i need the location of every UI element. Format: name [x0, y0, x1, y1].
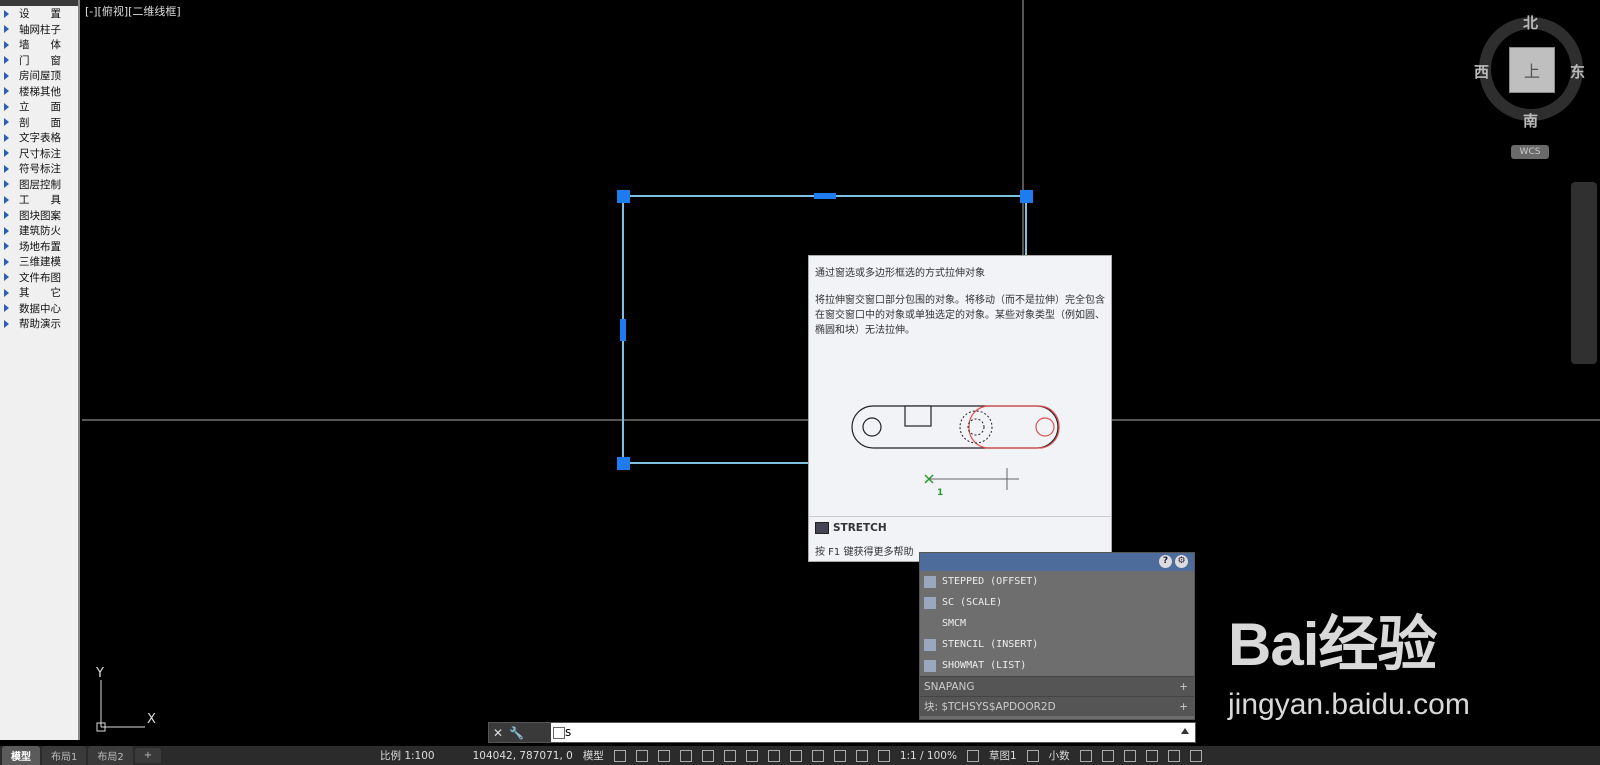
command-input[interactable]: s [565, 725, 571, 739]
compass-north[interactable]: 北 [1523, 12, 1538, 33]
lineweight-icon[interactable] [745, 749, 758, 762]
help-icon[interactable]: ? [1159, 555, 1172, 568]
autocomplete-item-label: SHOWMAT (LIST) [942, 660, 1027, 671]
autocomplete-item-label: SC (SCALE) [942, 597, 1003, 608]
grip-bottom-left [617, 457, 630, 470]
command-icon [924, 638, 936, 651]
clean-screen-icon[interactable] [1167, 749, 1180, 762]
customization-menu-icon[interactable] [1189, 749, 1202, 762]
add-layout-button[interactable]: + [134, 748, 162, 763]
close-icon[interactable]: ✕ [493, 726, 503, 740]
annotation-visibility-icon[interactable] [855, 749, 868, 762]
workspace-dropdown[interactable]: 草图1 [989, 748, 1017, 763]
autocomplete-item[interactable]: STEPPED (OFFSET) [920, 571, 1194, 592]
autocomplete-section[interactable]: SNAPANG + [920, 676, 1194, 696]
stretch-icon [815, 522, 829, 534]
autocomplete-item[interactable]: SHOWMAT (LIST) [920, 655, 1194, 676]
annotation-scale-dropdown[interactable]: 1:1 / 100% [900, 750, 957, 762]
otrack-icon[interactable] [723, 749, 736, 762]
layout-tabs: 模型 布局1 布局2 + [0, 746, 380, 765]
tooltip-divider [809, 516, 1111, 517]
coordinate-readout: 104042, 787071, 0 [472, 749, 573, 762]
tab-model[interactable]: 模型 [2, 746, 40, 765]
3d-osnap-icon[interactable] [811, 749, 824, 762]
compass-south[interactable]: 南 [1523, 110, 1538, 131]
command-icon [924, 618, 936, 630]
baidu-url: jingyan.baidu.com [1228, 688, 1470, 721]
selection-cycling-icon[interactable] [789, 749, 802, 762]
grid-icon[interactable] [613, 749, 626, 762]
hardware-acceleration-icon[interactable] [1145, 749, 1158, 762]
tooltip-description: 将拉伸窗交窗口部分包围的对象。将移动（而不是拉伸）完全包含在窗交窗口中的对象或单… [815, 295, 1105, 336]
compass-west[interactable]: 西 [1474, 61, 1489, 82]
tab-layout1[interactable]: 布局1 [42, 746, 87, 765]
units-dropdown[interactable]: 小数 [1049, 748, 1070, 763]
auto-scale-icon[interactable] [877, 749, 890, 762]
command-icon [924, 575, 936, 588]
scale-dropdown[interactable]: 比例 1:100 [380, 748, 435, 763]
wcs-dropdown[interactable]: WCS [1511, 145, 1549, 159]
gear-icon[interactable] [966, 749, 979, 762]
autocomplete-section-label: 块: $TCHSYS$APDOOR2D [924, 701, 1056, 713]
autocomplete-item-label: STENCIL (INSERT) [942, 639, 1039, 650]
gizmo-icon[interactable] [833, 749, 846, 762]
baidu-logo-text: Bai经验 [1228, 611, 1437, 678]
expand-plus-icon[interactable]: + [1179, 701, 1188, 713]
grip-top-right [1020, 190, 1033, 203]
viewcube-top-face[interactable]: 上 [1509, 47, 1555, 93]
grip-top-left [617, 190, 630, 203]
stretch-illustration [851, 405, 1060, 490]
command-line-grip[interactable]: ✕ 🔧 [489, 723, 551, 742]
ucs-x-label: X [147, 712, 156, 727]
tooltip-command-name: STRETCH [833, 522, 887, 534]
command-icon [924, 659, 936, 672]
transparency-icon[interactable] [767, 749, 780, 762]
settings-icon[interactable]: ⚙ [1175, 555, 1188, 568]
plus-icon[interactable] [1026, 749, 1039, 762]
autocomplete-item[interactable]: STENCIL (INSERT) [920, 634, 1194, 655]
autocomplete-item[interactable]: SC (SCALE) [920, 592, 1194, 613]
quick-properties-icon[interactable] [1079, 749, 1092, 762]
autocomplete-section-label: SNAPANG [924, 680, 975, 693]
illustration-point-label: 1 [937, 488, 944, 498]
ortho-icon[interactable] [657, 749, 670, 762]
baidu-watermark: Bai经验 jingyan.baidu.com [1228, 596, 1470, 721]
tooltip-title: 通过窗选或多边形框选的方式拉伸对象 [815, 268, 985, 279]
wrench-icon[interactable]: 🔧 [509, 726, 524, 740]
command-icon [924, 596, 936, 609]
command-line[interactable]: ✕ 🔧 s [488, 722, 1196, 743]
autocomplete-item-label: SMCM [942, 618, 967, 629]
command-prompt-icon [553, 727, 565, 739]
snap-icon[interactable] [635, 749, 648, 762]
autocomplete-item-label: STEPPED (OFFSET) [942, 576, 1039, 587]
expand-plus-icon[interactable]: + [1179, 681, 1188, 693]
tooltip-help-hint: 按 F1 键获得更多帮助 [815, 547, 914, 558]
autocomplete-item[interactable]: SMCM [920, 613, 1194, 634]
command-autocomplete-list[interactable]: ? ⚙ STEPPED (OFFSET) SC (SCALE) SMCM STENCI… [919, 552, 1195, 720]
ucs-y-label: Y [96, 666, 104, 681]
tab-layout2[interactable]: 布局2 [88, 746, 133, 765]
autocomplete-header: ? ⚙ [920, 553, 1194, 571]
lock-ui-icon[interactable] [1101, 749, 1114, 762]
osnap-icon[interactable] [701, 749, 714, 762]
polar-icon[interactable] [679, 749, 692, 762]
grip-top-mid [814, 193, 836, 199]
isolate-objects-icon[interactable] [1123, 749, 1136, 762]
navigation-bar[interactable] [1571, 182, 1597, 364]
command-history-arrow-icon[interactable] [1181, 728, 1189, 734]
command-tooltip: 通过窗选或多边形框选的方式拉伸对象 将拉伸窗交窗口部分包围的对象。将移动（而不是… [808, 255, 1112, 562]
grip-left-mid [620, 319, 626, 341]
model-space-toggle[interactable]: 模型 [583, 748, 604, 763]
status-bar: 比例 1:100 104042, 787071, 0 模型 1:1 / 100%… [380, 746, 1600, 765]
tooltip-command: STRETCH [815, 522, 887, 534]
compass-east[interactable]: 东 [1570, 61, 1585, 82]
autocomplete-section[interactable]: 块: $TCHSYS$APDOOR2D + [920, 696, 1194, 716]
